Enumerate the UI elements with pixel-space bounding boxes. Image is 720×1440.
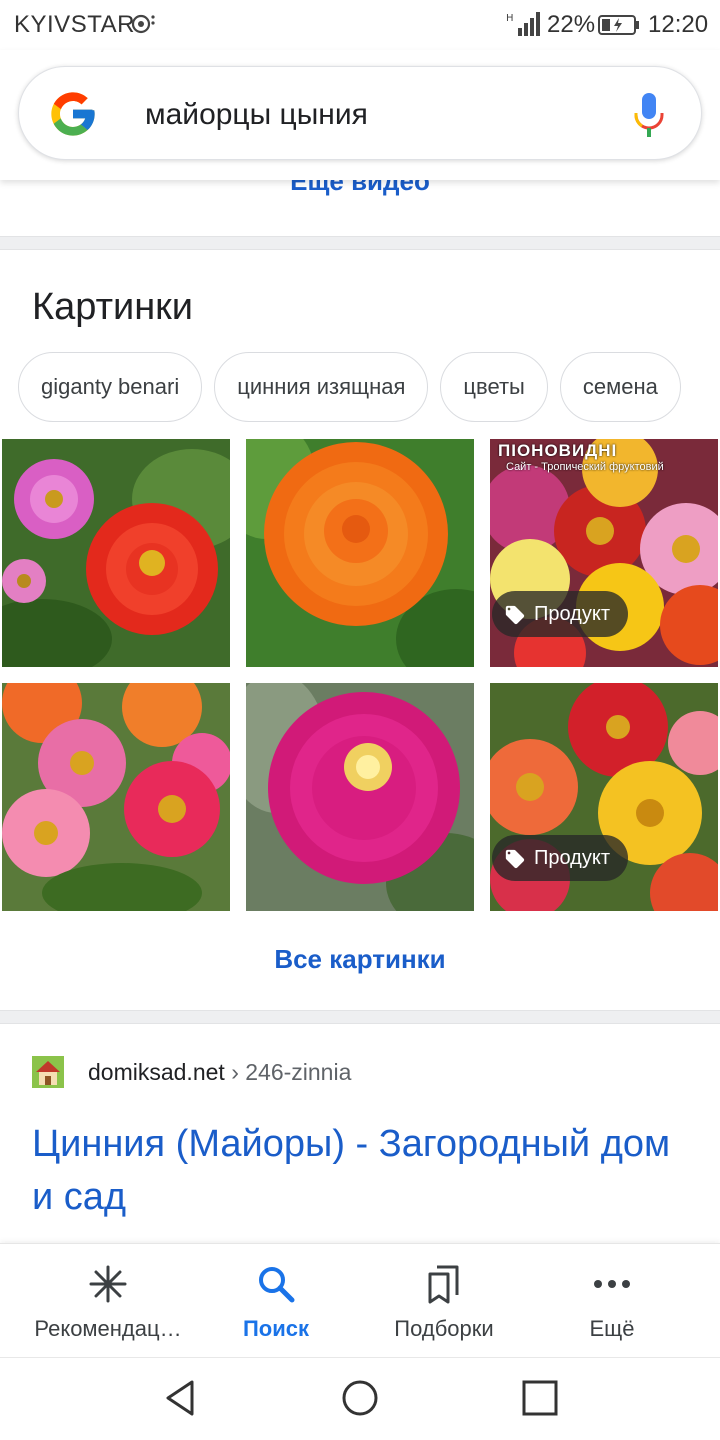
system-navigation-bar xyxy=(0,1357,720,1440)
result-url[interactable]: domiksad.net › 246-zinnia xyxy=(88,1059,351,1086)
nav-collections[interactable]: Подборки xyxy=(354,1244,534,1358)
microphone-icon[interactable] xyxy=(631,89,667,141)
svg-text:H: H xyxy=(506,13,514,24)
nav-recommendations[interactable]: Рекомендац… xyxy=(18,1244,198,1358)
search-query[interactable]: майорцы цыния xyxy=(145,98,368,132)
all-images-link[interactable]: Все картинки xyxy=(0,944,720,975)
asterisk-icon xyxy=(89,1265,127,1303)
nav-search[interactable]: Поиск xyxy=(186,1244,366,1358)
chip-flowers[interactable]: цветы xyxy=(440,352,548,422)
image-result-5[interactable] xyxy=(246,683,474,911)
image-result-3[interactable]: ПІОНОВИДНІ Сайт - Тропический фруктовий … xyxy=(490,439,718,667)
image-result-2[interactable] xyxy=(246,439,474,667)
back-icon[interactable] xyxy=(160,1378,200,1418)
image-overlay-title: ПІОНОВИДНІ xyxy=(498,441,618,460)
recents-icon[interactable] xyxy=(520,1378,560,1418)
tag-icon xyxy=(505,849,525,868)
product-badge: Продукт xyxy=(492,835,628,881)
result-path: › 246-zinnia xyxy=(224,1059,352,1085)
tag-icon xyxy=(505,605,525,624)
chip-zinnia-elegans[interactable]: цинния изящная xyxy=(214,352,429,422)
image-result-6[interactable]: Продукт xyxy=(490,683,718,911)
more-dots-icon xyxy=(594,1280,630,1288)
product-badge: Продукт xyxy=(492,591,628,637)
hotspot-icon xyxy=(131,14,155,34)
nav-more[interactable]: Ещё xyxy=(522,1244,702,1358)
signal-icon: H xyxy=(506,12,540,36)
image-result-4[interactable] xyxy=(2,683,230,911)
result-site: domiksad.net xyxy=(88,1059,225,1085)
chip-giganty-benari[interactable]: giganty benari xyxy=(18,352,203,422)
section-divider xyxy=(0,1010,720,1024)
nav-label: Подборки xyxy=(394,1316,494,1341)
nav-label: Поиск xyxy=(242,1316,310,1341)
images-section-title: Картинки xyxy=(32,286,194,328)
image-result-1[interactable] xyxy=(2,439,230,667)
clock: 12:20 xyxy=(648,11,709,38)
product-badge-label: Продукт xyxy=(534,603,610,625)
nav-label: Рекомендац… xyxy=(34,1316,182,1341)
search-box[interactable]: майорцы цыния xyxy=(18,66,702,160)
house-favicon-icon xyxy=(32,1056,64,1088)
image-overlay-subtitle: Сайт - Тропический фруктовий xyxy=(506,461,664,473)
home-icon[interactable] xyxy=(340,1378,380,1418)
nav-label: Ещё xyxy=(589,1316,635,1341)
chip-seeds[interactable]: семена xyxy=(559,352,681,422)
product-badge-label: Продукт xyxy=(534,847,610,869)
status-bar: KYIVSTAR H 22% 12:20 xyxy=(0,0,720,50)
bottom-navigation: Рекомендац… Поиск Подборки Ещё xyxy=(0,1243,720,1357)
search-header: майорцы цыния xyxy=(0,50,720,180)
battery-percent: 22% xyxy=(547,11,596,38)
search-icon xyxy=(259,1267,295,1303)
battery-icon xyxy=(598,15,639,35)
google-logo-icon[interactable] xyxy=(47,88,99,140)
carrier-name: KYIVSTAR xyxy=(14,11,135,38)
image-filter-chips: giganty benari цинния изящная цветы семена xyxy=(18,352,720,422)
collections-icon xyxy=(428,1265,459,1304)
section-divider xyxy=(0,236,720,250)
result-title-link[interactable]: Цинния (Майоры) - Загородный дом и сад xyxy=(32,1118,692,1224)
